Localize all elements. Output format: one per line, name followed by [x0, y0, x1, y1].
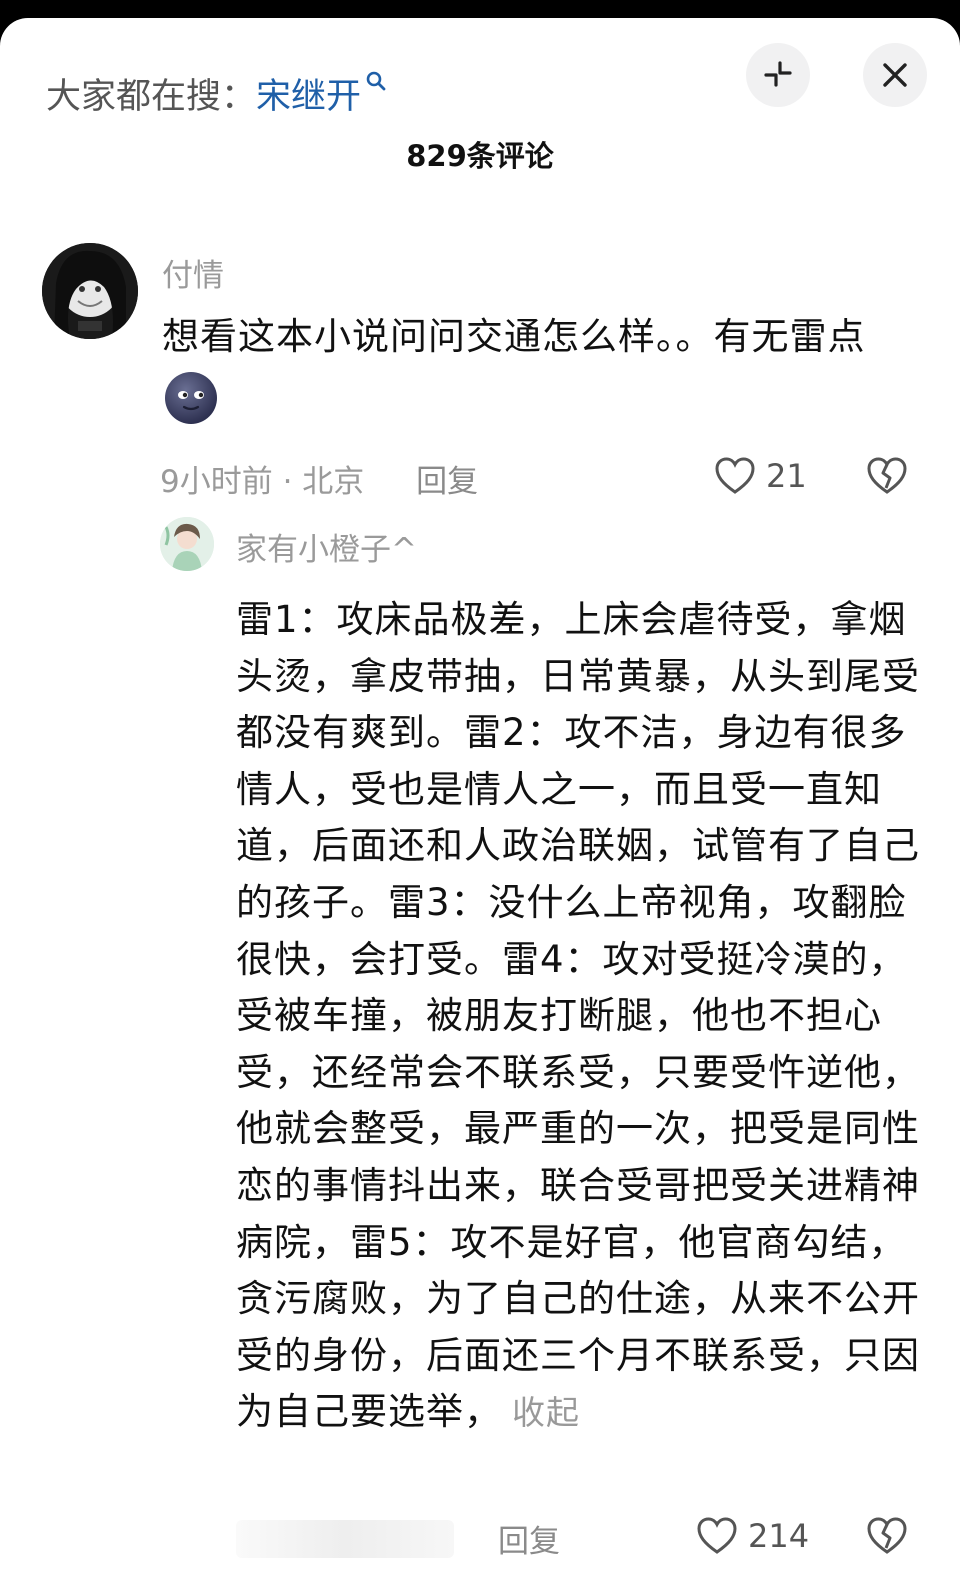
dislike-button[interactable] — [866, 456, 908, 500]
comment-time-location: 9小时前 · 北京 — [160, 464, 365, 500]
reply-avatar[interactable] — [160, 517, 214, 571]
search-icon — [366, 71, 386, 91]
avatar[interactable] — [42, 243, 138, 339]
reply-body: 雷1：攻床品极差，上床会虐待受，拿烟头烫，拿皮带抽，日常黄暴，从头到尾受都没有爽… — [236, 598, 920, 1434]
comment-text: 想看这本小说问问交通怎么样。。有无雷点 — [162, 305, 892, 433]
reply-username[interactable]: 家有小橙子^ — [236, 524, 417, 569]
broken-heart-icon — [867, 457, 907, 494]
reply-like-button[interactable]: 214 — [696, 1516, 809, 1556]
collapse-text-link[interactable]: 收起 — [512, 1393, 580, 1432]
reply-meta: 回复 — [236, 1516, 560, 1561]
new-moon-face-emoji-icon — [165, 372, 217, 424]
heart-icon — [715, 457, 755, 494]
reply-like-count: 214 — [748, 1517, 810, 1555]
reply-avatar-image — [160, 517, 214, 571]
blurred-meta-placeholder — [236, 1519, 454, 1558]
search-term-link[interactable]: 宋继开 — [256, 68, 361, 119]
collapse-button[interactable] — [746, 43, 810, 107]
close-icon — [883, 63, 907, 87]
reply-reply-button[interactable]: 回复 — [498, 1516, 560, 1561]
avatar-image — [42, 243, 138, 339]
comment-username[interactable]: 付情 — [162, 250, 224, 295]
close-button[interactable] — [863, 43, 927, 107]
collapse-icon — [764, 61, 792, 87]
comment-count-title: 829条评论 — [406, 139, 554, 173]
reply-dislike-button[interactable] — [866, 1516, 908, 1560]
comment-body: 想看这本小说问问交通怎么样。。有无雷点 — [162, 315, 866, 358]
like-count: 21 — [766, 457, 807, 495]
heart-icon — [697, 1517, 737, 1554]
trending-search-bar[interactable]: 大家都在搜： 宋继开 — [46, 68, 387, 118]
comments-sheet: 大家都在搜： 宋继开 829条评论 付情 想看这本小说问问交通怎么样。。有无雷点… — [0, 18, 960, 1569]
comment-meta: 9小时前 · 北京 回复 — [160, 456, 478, 501]
reply-button[interactable]: 回复 — [416, 464, 478, 500]
search-prefix: 大家都在搜： — [46, 76, 257, 117]
like-button[interactable]: 21 — [714, 456, 807, 496]
broken-heart-icon — [867, 1517, 907, 1554]
reply-text: 雷1：攻床品极差，上床会虐待受，拿烟头烫，拿皮带抽，日常黄暴，从头到尾受都没有爽… — [236, 592, 920, 1442]
